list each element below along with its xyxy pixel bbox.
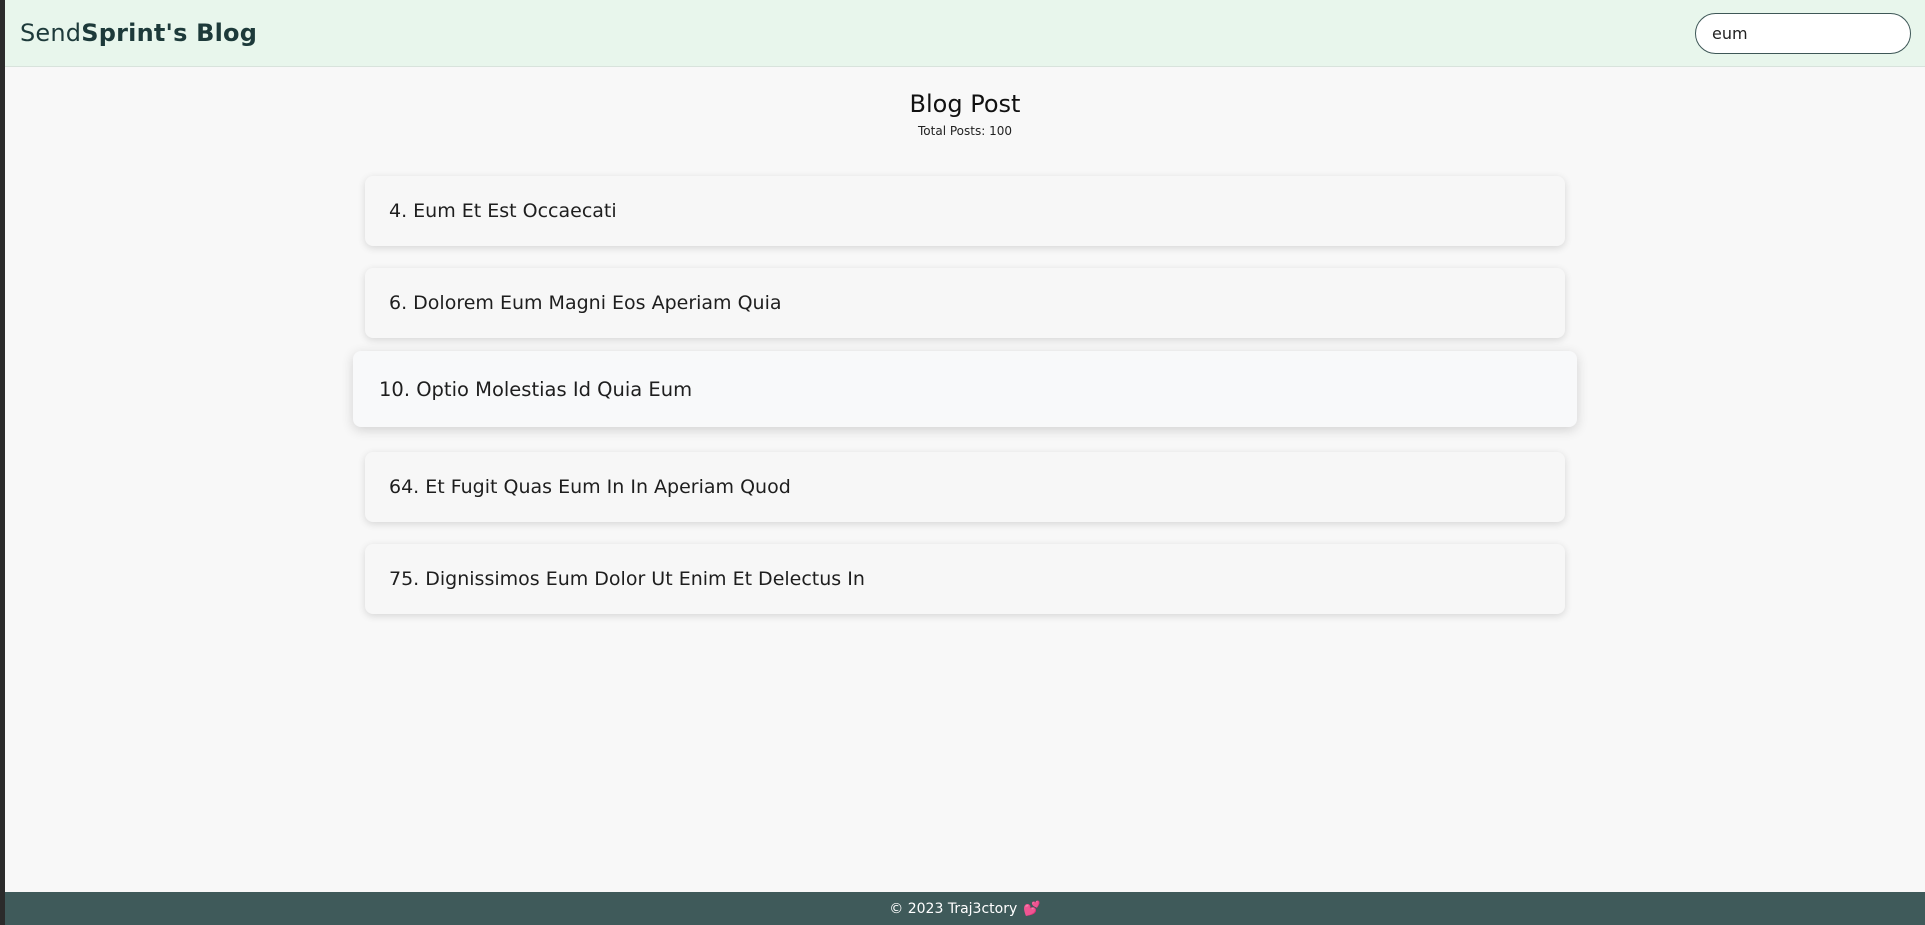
post-title: 64. Et Fugit Quas Eum In In Aperiam Quod bbox=[389, 476, 791, 498]
footer: © 2023 Traj3ctory 💕 bbox=[5, 892, 1925, 925]
copyright-text: © 2023 Traj3ctory bbox=[889, 900, 1018, 917]
post-title: 10. Optio Molestias Id Quia Eum bbox=[379, 377, 693, 401]
post-card[interactable]: 6. Dolorem Eum Magni Eos Aperiam Quia bbox=[365, 268, 1565, 338]
top-navbar: SendSprint's Blog bbox=[5, 0, 1925, 67]
app-window: SendSprint's Blog Blog Post Total Posts:… bbox=[0, 0, 1925, 925]
post-card[interactable]: 64. Et Fugit Quas Eum In In Aperiam Quod bbox=[365, 452, 1565, 522]
post-card[interactable]: 75. Dignissimos Eum Dolor Ut Enim Et Del… bbox=[365, 544, 1565, 614]
total-posts-count: Total Posts: 100 bbox=[918, 124, 1012, 138]
post-title: 6. Dolorem Eum Magni Eos Aperiam Quia bbox=[389, 292, 782, 314]
brand-send-text: Send bbox=[20, 19, 82, 47]
post-card[interactable]: 4. Eum Et Est Occaecati bbox=[365, 176, 1565, 246]
page-title: Blog Post bbox=[909, 90, 1021, 118]
heart-icon: 💕 bbox=[1023, 900, 1041, 917]
post-title: 4. Eum Et Est Occaecati bbox=[389, 200, 617, 222]
window-edge bbox=[0, 0, 5, 925]
brand-sprint-text: Sprint's Blog bbox=[81, 19, 258, 47]
brand-logo[interactable]: SendSprint's Blog bbox=[20, 19, 257, 47]
page-header: Blog Post Total Posts: 100 bbox=[5, 90, 1925, 138]
search-input[interactable] bbox=[1695, 12, 1911, 54]
post-card[interactable]: 10. Optio Molestias Id Quia Eum bbox=[353, 351, 1577, 427]
post-title: 75. Dignissimos Eum Dolor Ut Enim Et Del… bbox=[389, 568, 865, 590]
